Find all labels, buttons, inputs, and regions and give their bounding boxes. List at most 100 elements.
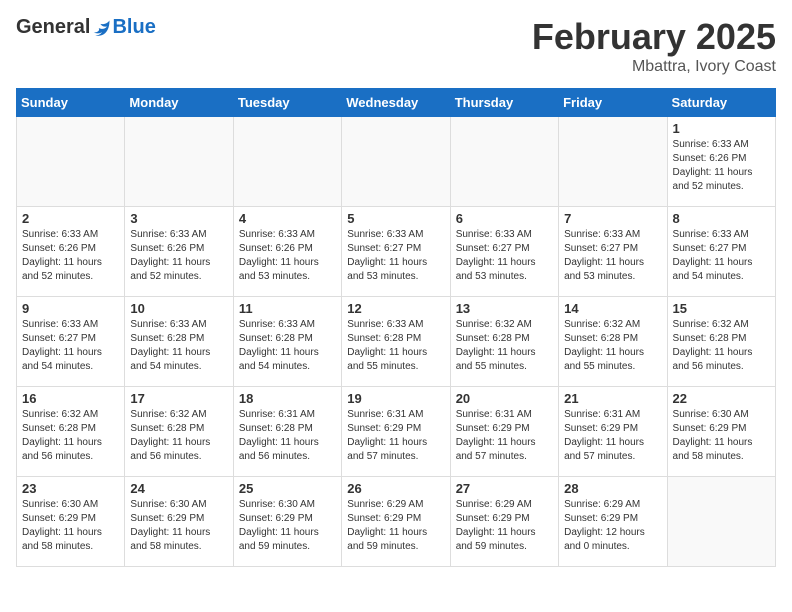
calendar-cell: 8Sunrise: 6:33 AM Sunset: 6:27 PM Daylig… [667, 207, 775, 297]
day-info: Sunrise: 6:30 AM Sunset: 6:29 PM Dayligh… [130, 498, 227, 554]
calendar-cell [125, 117, 233, 207]
calendar-cell: 25 Sunrise: 6:30 AM Sunset: 6:29 PM Dayli… [233, 477, 341, 567]
calendar-table: SundayMondayTuesdayWednesdayThursdayFrid… [16, 88, 776, 567]
day-info: Sunrise: 6:33 AM Sunset: 6:28 PM Dayligh… [239, 318, 336, 374]
calendar-title: February 2025 [532, 16, 776, 58]
day-of-week-header: Friday [559, 89, 667, 117]
calendar-cell [342, 117, 450, 207]
day-of-week-header: Wednesday [342, 89, 450, 117]
day-info: Sunrise: 6:30 AM Sunset: 6:29 PM Dayligh… [239, 498, 336, 554]
day-info: Sunrise: 6:33 AM Sunset: 6:27 PM Dayligh… [347, 228, 444, 284]
calendar-cell: 11Sunrise: 6:33 AM Sunset: 6:28 PM Dayli… [233, 297, 341, 387]
day-number: 2 [22, 211, 119, 226]
day-number: 14 [564, 301, 661, 316]
day-info: Sunrise: 6:32 AM Sunset: 6:28 PM Dayligh… [22, 408, 119, 464]
day-number: 4 [239, 211, 336, 226]
calendar-cell: 21 Sunrise: 6:31 AM Sunset: 6:29 PM Dayli… [559, 387, 667, 477]
calendar-cell: 20 Sunrise: 6:31 AM Sunset: 6:29 PM Dayli… [450, 387, 558, 477]
day-info: Sunrise: 6:31 AM Sunset: 6:29 PM Dayligh… [564, 408, 661, 464]
day-info: Sunrise: 6:31 AM Sunset: 6:28 PM Dayligh… [239, 408, 336, 464]
day-number: 20 [456, 391, 553, 406]
calendar-cell: 13 Sunrise: 6:32 AM Sunset: 6:28 PM Dayli… [450, 297, 558, 387]
day-number: 25 [239, 481, 336, 496]
calendar-cell: 27 Sunrise: 6:29 AM Sunset: 6:29 PM Dayli… [450, 477, 558, 567]
logo-general-text: General [16, 16, 90, 39]
day-info: Sunrise: 6:30 AM Sunset: 6:29 PM Dayligh… [22, 498, 119, 554]
day-info: Sunrise: 6:33 AM Sunset: 6:28 PM Dayligh… [130, 318, 227, 374]
week-row: 9 Sunrise: 6:33 AM Sunset: 6:27 PM Daylig… [17, 297, 776, 387]
day-number: 27 [456, 481, 553, 496]
day-number: 1 [673, 121, 770, 136]
logo: General Blue [16, 16, 156, 39]
calendar-cell: 28 Sunrise: 6:29 AM Sunset: 6:29 PM Dayli… [559, 477, 667, 567]
day-number: 16 [22, 391, 119, 406]
calendar-cell: 5 Sunrise: 6:33 AM Sunset: 6:27 PM Daylig… [342, 207, 450, 297]
calendar-cell [17, 117, 125, 207]
day-number: 23 [22, 481, 119, 496]
day-info: Sunrise: 6:31 AM Sunset: 6:29 PM Dayligh… [456, 408, 553, 464]
day-number: 7 [564, 211, 661, 226]
day-number: 9 [22, 301, 119, 316]
calendar-cell: 2 Sunrise: 6:33 AM Sunset: 6:26 PM Daylig… [17, 207, 125, 297]
calendar-cell: 15 Sunrise: 6:32 AM Sunset: 6:28 PM Dayli… [667, 297, 775, 387]
week-row: 1 Sunrise: 6:33 AM Sunset: 6:26 PM Daylig… [17, 117, 776, 207]
day-number: 19 [347, 391, 444, 406]
logo-bird-icon [92, 18, 112, 38]
day-info: Sunrise: 6:33 AM Sunset: 6:27 PM Dayligh… [22, 318, 119, 374]
day-info: Sunrise: 6:33 AM Sunset: 6:26 PM Dayligh… [673, 138, 770, 194]
day-info: Sunrise: 6:33 AM Sunset: 6:28 PM Dayligh… [347, 318, 444, 374]
day-of-week-header: Tuesday [233, 89, 341, 117]
day-info: Sunrise: 6:33 AM Sunset: 6:26 PM Dayligh… [239, 228, 336, 284]
day-number: 3 [130, 211, 227, 226]
calendar-cell: 19 Sunrise: 6:31 AM Sunset: 6:29 PM Dayli… [342, 387, 450, 477]
day-of-week-header: Saturday [667, 89, 775, 117]
day-info: Sunrise: 6:33 AM Sunset: 6:26 PM Dayligh… [22, 228, 119, 284]
day-info: Sunrise: 6:33 AM Sunset: 6:27 PM Dayligh… [564, 228, 661, 284]
day-info: Sunrise: 6:29 AM Sunset: 6:29 PM Dayligh… [564, 498, 661, 554]
calendar-cell: 3 Sunrise: 6:33 AM Sunset: 6:26 PM Daylig… [125, 207, 233, 297]
day-info: Sunrise: 6:32 AM Sunset: 6:28 PM Dayligh… [130, 408, 227, 464]
day-info: Sunrise: 6:32 AM Sunset: 6:28 PM Dayligh… [673, 318, 770, 374]
calendar-cell: 7 Sunrise: 6:33 AM Sunset: 6:27 PM Daylig… [559, 207, 667, 297]
day-number: 5 [347, 211, 444, 226]
calendar-cell: 14 Sunrise: 6:32 AM Sunset: 6:28 PM Dayli… [559, 297, 667, 387]
days-header-row: SundayMondayTuesdayWednesdayThursdayFrid… [17, 89, 776, 117]
day-info: Sunrise: 6:32 AM Sunset: 6:28 PM Dayligh… [564, 318, 661, 374]
calendar-cell: 12Sunrise: 6:33 AM Sunset: 6:28 PM Dayli… [342, 297, 450, 387]
day-of-week-header: Sunday [17, 89, 125, 117]
day-number: 22 [673, 391, 770, 406]
day-info: Sunrise: 6:29 AM Sunset: 6:29 PM Dayligh… [456, 498, 553, 554]
calendar-cell: 26 Sunrise: 6:29 AM Sunset: 6:29 PM Dayli… [342, 477, 450, 567]
day-number: 28 [564, 481, 661, 496]
calendar-cell: 6Sunrise: 6:33 AM Sunset: 6:27 PM Daylig… [450, 207, 558, 297]
day-number: 13 [456, 301, 553, 316]
day-number: 17 [130, 391, 227, 406]
calendar-cell: 4 Sunrise: 6:33 AM Sunset: 6:26 PM Daylig… [233, 207, 341, 297]
calendar-cell: 17 Sunrise: 6:32 AM Sunset: 6:28 PM Dayli… [125, 387, 233, 477]
week-row: 16 Sunrise: 6:32 AM Sunset: 6:28 PM Dayli… [17, 387, 776, 477]
day-info: Sunrise: 6:32 AM Sunset: 6:28 PM Dayligh… [456, 318, 553, 374]
day-number: 6 [456, 211, 553, 226]
week-row: 2 Sunrise: 6:33 AM Sunset: 6:26 PM Daylig… [17, 207, 776, 297]
calendar-cell: 16 Sunrise: 6:32 AM Sunset: 6:28 PM Dayli… [17, 387, 125, 477]
logo-blue-text: Blue [112, 16, 155, 39]
calendar-cell: 23 Sunrise: 6:30 AM Sunset: 6:29 PM Dayli… [17, 477, 125, 567]
day-number: 8 [673, 211, 770, 226]
day-number: 24 [130, 481, 227, 496]
title-area: February 2025 Mbattra, Ivory Coast [532, 16, 776, 76]
day-number: 15 [673, 301, 770, 316]
calendar-cell: 1 Sunrise: 6:33 AM Sunset: 6:26 PM Daylig… [667, 117, 775, 207]
calendar-cell [559, 117, 667, 207]
page-header: General Blue February 2025 Mbattra, Ivor… [16, 16, 776, 76]
day-number: 18 [239, 391, 336, 406]
calendar-cell: 9 Sunrise: 6:33 AM Sunset: 6:27 PM Daylig… [17, 297, 125, 387]
calendar-cell: 10 Sunrise: 6:33 AM Sunset: 6:28 PM Dayli… [125, 297, 233, 387]
day-number: 26 [347, 481, 444, 496]
day-info: Sunrise: 6:33 AM Sunset: 6:26 PM Dayligh… [130, 228, 227, 284]
day-of-week-header: Thursday [450, 89, 558, 117]
day-number: 21 [564, 391, 661, 406]
day-info: Sunrise: 6:31 AM Sunset: 6:29 PM Dayligh… [347, 408, 444, 464]
day-number: 10 [130, 301, 227, 316]
calendar-cell [233, 117, 341, 207]
day-info: Sunrise: 6:29 AM Sunset: 6:29 PM Dayligh… [347, 498, 444, 554]
